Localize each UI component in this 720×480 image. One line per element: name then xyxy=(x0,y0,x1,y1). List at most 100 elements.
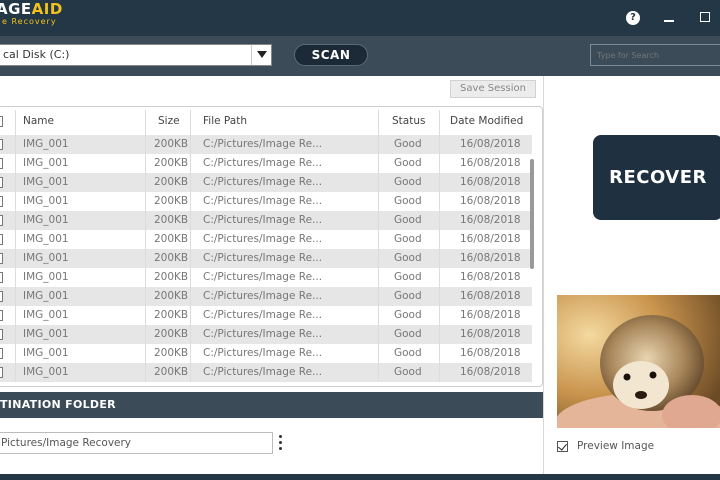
cell-status: Good xyxy=(394,195,422,207)
cell-size: 200KB xyxy=(154,271,189,283)
cell-file-path: C:/Pictures/Image Re... xyxy=(203,233,323,245)
scan-button[interactable]: SCAN xyxy=(294,44,368,66)
table-header: Name Size File Path Status Date Modified xyxy=(0,110,532,132)
cell-size: 200KB xyxy=(154,195,189,207)
toolbar: cal Disk (C:) SCAN xyxy=(0,36,720,76)
column-divider xyxy=(378,110,379,382)
more-options-icon[interactable] xyxy=(279,435,283,451)
row-checkbox[interactable] xyxy=(0,177,3,188)
row-checkbox[interactable] xyxy=(0,215,3,226)
table-row[interactable]: IMG_001 200KB C:/Pictures/Image Re... Good 1… xyxy=(0,249,532,268)
cell-file-path: C:/Pictures/Image Re... xyxy=(203,328,323,340)
cell-size: 200KB xyxy=(154,214,189,226)
recover-button[interactable]: RECOVER xyxy=(593,135,720,220)
results-table: Name Size File Path Status Date Modified… xyxy=(0,106,543,387)
cell-name: IMG_001 xyxy=(23,366,69,378)
cell-date-modified: 16/08/2018 xyxy=(460,138,521,150)
destination-path-field[interactable]: Pictures/Image Recovery xyxy=(0,432,273,454)
maximize-icon[interactable] xyxy=(700,12,710,22)
cell-file-path: C:/Pictures/Image Re... xyxy=(203,214,323,226)
table-row[interactable]: IMG_001 200KB C:/Pictures/Image Re... Good 1… xyxy=(0,268,532,287)
cell-date-modified: 16/08/2018 xyxy=(460,195,521,207)
dropdown-arrow-icon[interactable] xyxy=(251,45,271,65)
cell-size: 200KB xyxy=(154,176,189,188)
status-bar xyxy=(0,474,720,480)
row-checkbox[interactable] xyxy=(0,310,3,321)
disk-select[interactable]: cal Disk (C:) xyxy=(0,44,272,66)
cell-status: Good xyxy=(394,309,422,321)
header-name[interactable]: Name xyxy=(23,110,54,132)
table-row[interactable]: IMG_001 200KB C:/Pictures/Image Re... Good 1… xyxy=(0,211,532,230)
cell-status: Good xyxy=(394,252,422,264)
cell-name: IMG_001 xyxy=(23,290,69,302)
table-row[interactable]: IMG_001 200KB C:/Pictures/Image Re... Good 1… xyxy=(0,192,532,211)
cell-size: 200KB xyxy=(154,290,189,302)
row-checkbox[interactable] xyxy=(0,272,3,283)
cell-size: 200KB xyxy=(154,138,189,150)
row-checkbox[interactable] xyxy=(0,139,3,150)
cell-name: IMG_001 xyxy=(23,309,69,321)
logo-text-primary: AGE xyxy=(0,0,32,18)
row-checkbox[interactable] xyxy=(0,329,3,340)
table-row[interactable]: IMG_001 200KB C:/Pictures/Image Re... Good 1… xyxy=(0,135,532,154)
title-bar: AGEAID e Recovery ? xyxy=(0,0,720,36)
cell-status: Good xyxy=(394,157,422,169)
cell-date-modified: 16/08/2018 xyxy=(460,271,521,283)
app-logo: AGEAID e Recovery xyxy=(0,2,63,26)
row-checkbox[interactable] xyxy=(0,234,3,245)
column-divider xyxy=(145,110,146,382)
table-row[interactable]: IMG_001 200KB C:/Pictures/Image Re... Good 1… xyxy=(0,154,532,173)
cell-date-modified: 16/08/2018 xyxy=(460,233,521,245)
cell-name: IMG_001 xyxy=(23,271,69,283)
cell-size: 200KB xyxy=(154,366,189,378)
search-input[interactable] xyxy=(590,44,720,66)
cell-date-modified: 16/08/2018 xyxy=(460,290,521,302)
row-checkbox[interactable] xyxy=(0,253,3,264)
cell-file-path: C:/Pictures/Image Re... xyxy=(203,157,323,169)
save-session-button[interactable]: Save Session xyxy=(450,80,536,98)
header-date-modified[interactable]: Date Modified xyxy=(450,110,523,132)
table-row[interactable]: IMG_001 200KB C:/Pictures/Image Re... Good 1… xyxy=(0,306,532,325)
cell-date-modified: 16/08/2018 xyxy=(460,252,521,264)
cell-file-path: C:/Pictures/Image Re... xyxy=(203,252,323,264)
cell-date-modified: 16/08/2018 xyxy=(460,328,521,340)
table-row[interactable]: IMG_001 200KB C:/Pictures/Image Re... Good 1… xyxy=(0,230,532,249)
row-checkbox[interactable] xyxy=(0,367,3,378)
disk-select-value: cal Disk (C:) xyxy=(3,48,70,61)
row-checkbox[interactable] xyxy=(0,291,3,302)
row-checkbox[interactable] xyxy=(0,158,3,169)
pane-divider xyxy=(543,76,544,480)
select-all-checkbox[interactable] xyxy=(0,116,3,127)
cell-name: IMG_001 xyxy=(23,157,69,169)
column-divider xyxy=(15,110,16,382)
cell-size: 200KB xyxy=(154,157,189,169)
cell-status: Good xyxy=(394,328,422,340)
preview-image xyxy=(557,295,720,428)
cell-status: Good xyxy=(394,176,422,188)
table-row[interactable]: IMG_001 200KB C:/Pictures/Image Re... Good 1… xyxy=(0,325,532,344)
header-status[interactable]: Status xyxy=(392,110,425,132)
header-file-path[interactable]: File Path xyxy=(203,110,247,132)
table-row[interactable]: IMG_001 200KB C:/Pictures/Image Re... Good 1… xyxy=(0,173,532,192)
help-icon[interactable]: ? xyxy=(626,11,640,25)
cell-date-modified: 16/08/2018 xyxy=(460,366,521,378)
preview-image-checkbox[interactable] xyxy=(557,441,568,452)
destination-folder-header: TINATION FOLDER xyxy=(0,392,543,418)
cell-status: Good xyxy=(394,366,422,378)
header-size[interactable]: Size xyxy=(158,110,180,132)
hedgehog-photo xyxy=(557,295,720,428)
table-row[interactable]: IMG_001 200KB C:/Pictures/Image Re... Good 1… xyxy=(0,363,532,382)
minimize-icon[interactable] xyxy=(664,20,674,22)
column-divider xyxy=(439,110,440,382)
column-divider xyxy=(190,110,191,382)
cell-file-path: C:/Pictures/Image Re... xyxy=(203,176,323,188)
cell-date-modified: 16/08/2018 xyxy=(460,157,521,169)
table-row[interactable]: IMG_001 200KB C:/Pictures/Image Re... Good 1… xyxy=(0,344,532,363)
table-row[interactable]: IMG_001 200KB C:/Pictures/Image Re... Good 1… xyxy=(0,287,532,306)
cell-name: IMG_001 xyxy=(23,233,69,245)
cell-name: IMG_001 xyxy=(23,328,69,340)
row-checkbox[interactable] xyxy=(0,196,3,207)
row-checkbox[interactable] xyxy=(0,348,3,359)
table-scrollbar[interactable] xyxy=(530,159,534,269)
cell-date-modified: 16/08/2018 xyxy=(460,214,521,226)
